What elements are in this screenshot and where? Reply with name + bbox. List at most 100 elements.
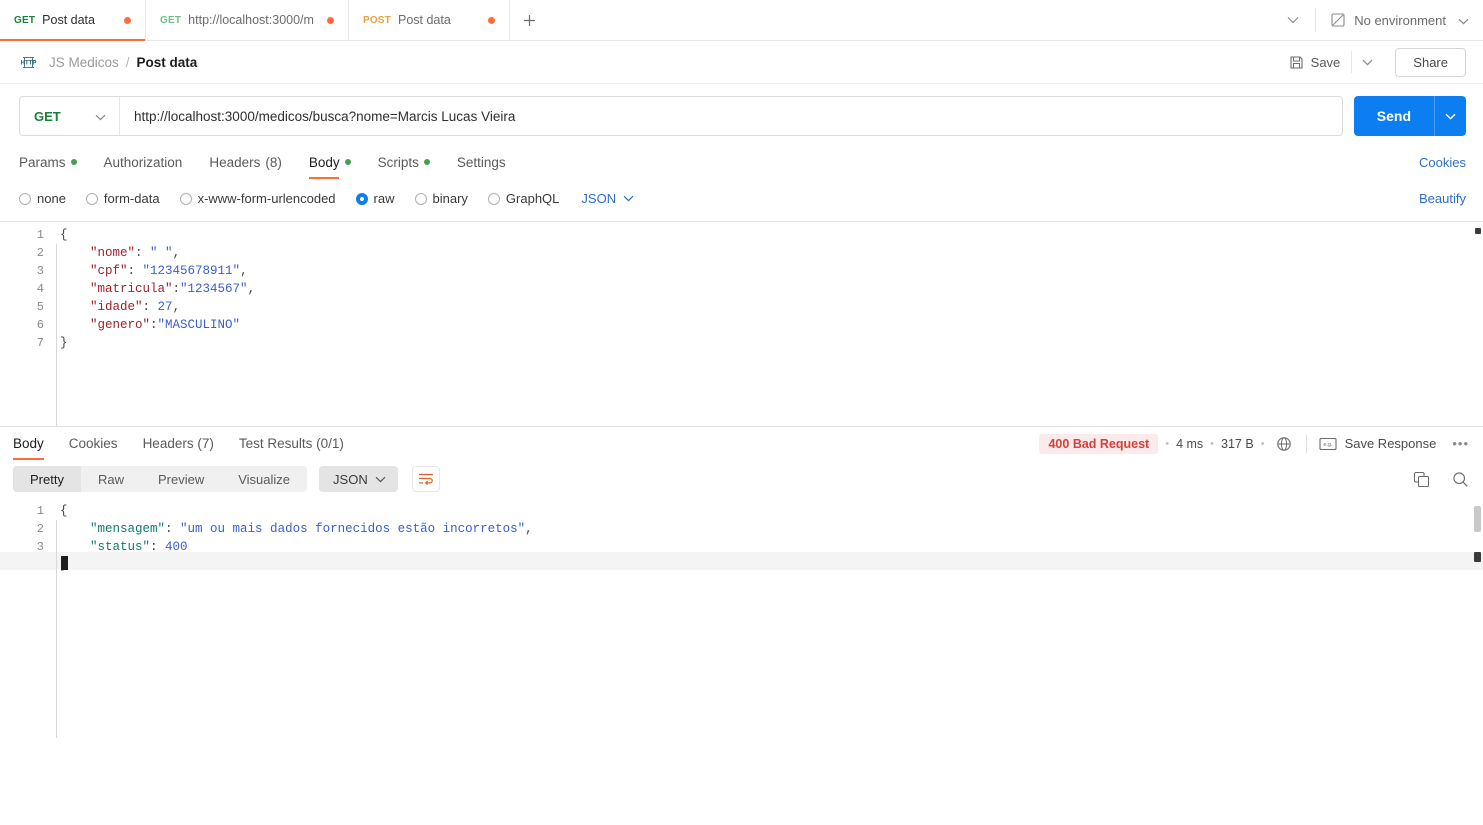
json-comma: ,: [240, 264, 248, 278]
tab-label: Body: [308, 154, 340, 170]
response-body-code[interactable]: { "mensagem": "um ou mais dados fornecid…: [56, 498, 1483, 738]
send-options-dropdown[interactable]: [1434, 96, 1466, 136]
code-line[interactable]: {: [56, 502, 1483, 520]
beautify-link[interactable]: Beautify: [1419, 191, 1466, 206]
response-meta: 400 Bad Request • 4 ms • 317 B • e.g. Sa…: [1039, 433, 1469, 454]
response-scrollbar[interactable]: [1474, 506, 1481, 532]
tab-label: Test Results: [238, 436, 313, 451]
save-button[interactable]: Save: [1280, 49, 1350, 76]
view-mode-visualize[interactable]: Visualize: [221, 466, 307, 492]
code-line[interactable]: "nome": " ",: [56, 244, 1483, 262]
breadcrumb-actions: Save Share: [1280, 47, 1466, 77]
method-selector[interactable]: GET: [20, 97, 120, 135]
breadcrumb-collection[interactable]: JS Medicos: [49, 55, 119, 70]
json-key: "idade": [90, 300, 143, 314]
json-comma: ,: [525, 522, 533, 536]
tab-label: Params: [19, 154, 66, 170]
response-tabs-bar: Body Cookies Headers (7) Test Results (0…: [0, 426, 1483, 460]
json-key: "status": [90, 540, 151, 554]
breadcrumb-current[interactable]: Post data: [137, 55, 198, 70]
request-line-numbers: 1 2 3 4 5 6 7: [0, 222, 56, 426]
response-tab-body[interactable]: Body: [13, 427, 44, 461]
body-type-raw[interactable]: raw: [355, 191, 395, 206]
json-value: " ": [150, 246, 173, 260]
code-line[interactable]: "genero":"MASCULINO": [56, 316, 1483, 334]
request-tab-1[interactable]: GET Post data: [0, 0, 146, 41]
body-type-urlencoded[interactable]: x-www-form-urlencoded: [179, 191, 336, 206]
view-mode-pretty[interactable]: Pretty: [13, 466, 81, 492]
environment-selector[interactable]: No environment: [1316, 0, 1483, 40]
tab-params[interactable]: Params: [19, 147, 77, 177]
no-environment-icon: [1331, 13, 1345, 27]
radio-label: form-data: [103, 191, 160, 206]
send-button[interactable]: Send: [1354, 96, 1434, 136]
json-separator: :: [172, 282, 181, 296]
code-line[interactable]: "mensagem": "um ou mais dados fornecidos…: [56, 520, 1483, 538]
editor-scrollbar[interactable]: [1475, 228, 1481, 234]
new-tab-button[interactable]: [510, 0, 550, 40]
environment-caret[interactable]: [1458, 13, 1469, 28]
view-mode-raw[interactable]: Raw: [81, 466, 141, 492]
radio-label: none: [37, 191, 66, 206]
request-tab-3[interactable]: POST Post data: [348, 0, 510, 40]
url-input[interactable]: [120, 97, 1342, 135]
copy-response-button[interactable]: [1413, 471, 1430, 488]
code-line[interactable]: }: [56, 334, 1483, 352]
tab-scripts[interactable]: Scripts: [378, 147, 430, 177]
response-view-toolbar: Pretty Raw Preview Visualize JSON: [0, 460, 1483, 498]
code-line[interactable]: "matricula":"1234567",: [56, 280, 1483, 298]
body-format-selector[interactable]: JSON: [581, 191, 634, 206]
code-line[interactable]: "status": 400: [56, 538, 1483, 556]
code-line[interactable]: "idade": 27,: [56, 298, 1483, 316]
response-tab-headers[interactable]: Headers (7): [143, 427, 214, 461]
body-type-form-data[interactable]: form-data: [85, 191, 160, 206]
body-type-none[interactable]: none: [19, 191, 66, 206]
response-scroll-marker[interactable]: [1474, 552, 1481, 562]
body-type-selector: none form-data x-www-form-urlencoded raw…: [0, 183, 1483, 214]
code-line[interactable]: }: [56, 556, 1483, 574]
json-value: "MASCULINO": [157, 318, 241, 332]
tab-label: Cookies: [68, 436, 118, 451]
tab-count: (7): [197, 436, 214, 451]
tab-settings[interactable]: Settings: [457, 147, 506, 177]
json-brace: }: [60, 336, 68, 350]
wrap-lines-button[interactable]: [411, 466, 440, 492]
tab-title-label: http://localhost:3000/m: [188, 13, 314, 27]
modified-dot-icon: [70, 159, 77, 165]
save-options-dropdown[interactable]: [1351, 51, 1383, 73]
share-button[interactable]: Share: [1395, 47, 1466, 77]
code-line[interactable]: "cpf": "12345678911",: [56, 262, 1483, 280]
status-badge[interactable]: 400 Bad Request: [1039, 433, 1159, 454]
tab-authorization[interactable]: Authorization: [104, 147, 183, 177]
response-body-viewer[interactable]: 1234 { "mensagem": "um ou mais dados for…: [0, 498, 1483, 738]
body-type-binary[interactable]: binary: [414, 191, 468, 206]
response-tab-test-results[interactable]: Test Results (0/1): [239, 427, 344, 461]
url-bar: GET Send: [0, 84, 1483, 147]
tab-body[interactable]: Body: [308, 147, 351, 179]
svg-text:HTTP: HTTP: [21, 60, 37, 66]
tab-headers[interactable]: Headers (8): [209, 147, 282, 177]
response-format-selector[interactable]: JSON: [319, 466, 398, 492]
request-body-editor[interactable]: 1 2 3 4 5 6 7 { "nome": " ", "cpf": "123456789…: [0, 221, 1483, 426]
search-response-button[interactable]: [1452, 471, 1469, 488]
response-size[interactable]: 317 B: [1221, 437, 1254, 451]
response-time[interactable]: 4 ms: [1176, 437, 1203, 451]
json-separator: :: [150, 540, 166, 554]
body-type-graphql[interactable]: GraphQL: [487, 191, 559, 206]
save-response-button[interactable]: e.g. Save Response: [1319, 436, 1436, 451]
response-more-options[interactable]: •••: [1452, 436, 1469, 451]
code-line[interactable]: {: [56, 226, 1483, 244]
tab-unsaved-dot[interactable]: [326, 16, 334, 24]
cookies-link[interactable]: Cookies: [1419, 155, 1466, 170]
request-body-code[interactable]: { "nome": " ", "cpf": "12345678911", "ma…: [56, 222, 1483, 426]
tab-unsaved-dot[interactable]: [487, 16, 495, 24]
response-tab-cookies[interactable]: Cookies: [69, 427, 118, 461]
request-tab-2[interactable]: GET http://localhost:3000/m: [146, 0, 349, 40]
network-globe-icon[interactable]: [1276, 436, 1292, 452]
tab-list-dropdown[interactable]: [1271, 16, 1315, 24]
view-mode-preview[interactable]: Preview: [141, 466, 221, 492]
radio-label: binary: [432, 191, 468, 206]
tab-unsaved-dot[interactable]: [124, 16, 131, 24]
line-number: 1: [36, 228, 44, 242]
json-comma: ,: [172, 300, 181, 314]
